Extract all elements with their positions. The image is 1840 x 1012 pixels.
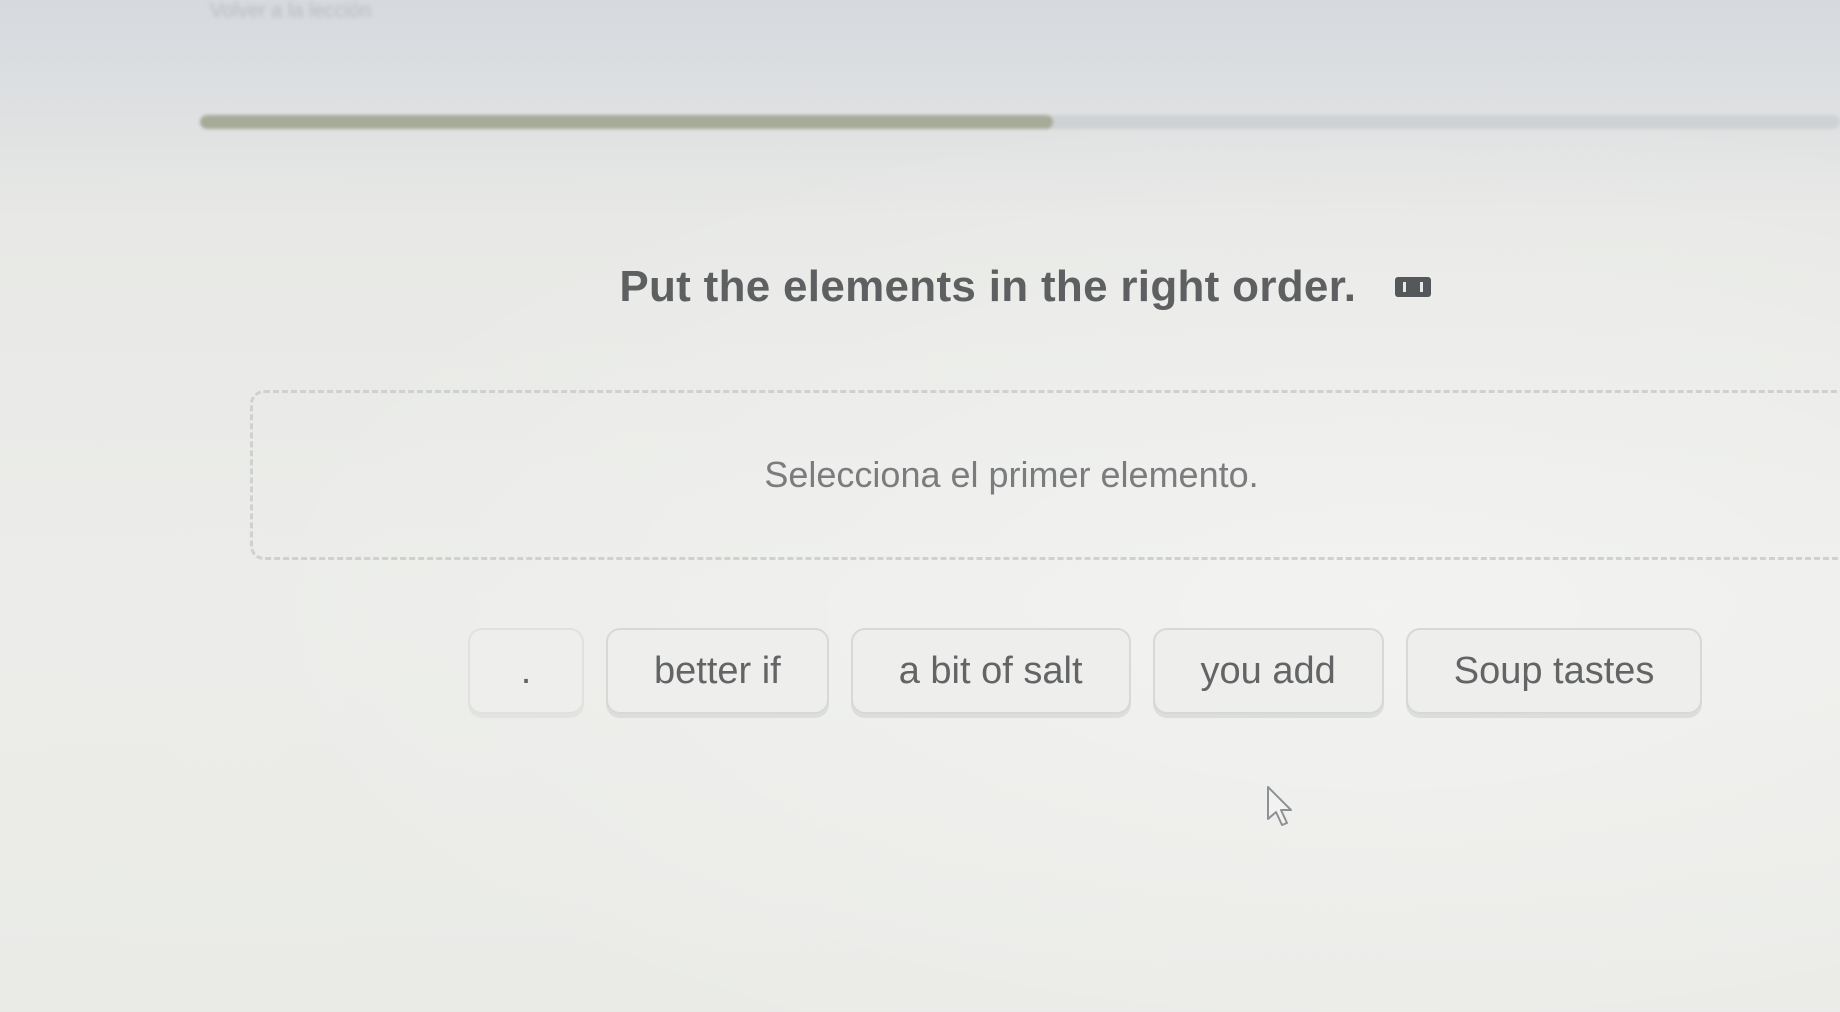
exercise-prompt: Put the elements in the right order.: [619, 262, 1357, 311]
token-soup-tastes[interactable]: Soup tastes: [1405, 628, 1703, 714]
word-bank: . better if a bit of salt you add Soup t…: [468, 628, 1703, 714]
token-you-add[interactable]: you add: [1152, 628, 1384, 714]
progress-bar: [200, 115, 1840, 129]
token-better-if[interactable]: better if: [606, 628, 829, 714]
translate-icon[interactable]: [1394, 277, 1431, 297]
back-to-lesson-link[interactable]: Volver a la lección: [210, 0, 371, 23]
progress-bar-fill: [200, 115, 1053, 129]
token-a-bit-of-salt[interactable]: a bit of salt: [850, 628, 1131, 714]
mouse-pointer-icon: [1267, 786, 1292, 826]
answer-drop-zone[interactable]: Selecciona el primer elemento.: [250, 390, 1840, 560]
token-period[interactable]: .: [468, 628, 584, 714]
answer-placeholder: Selecciona el primer elemento.: [764, 454, 1259, 495]
prompt-row: Put the elements in the right order.: [0, 262, 1840, 312]
